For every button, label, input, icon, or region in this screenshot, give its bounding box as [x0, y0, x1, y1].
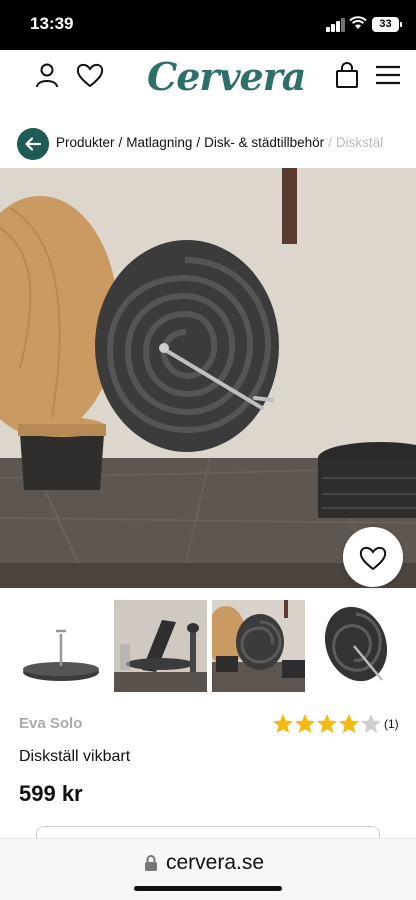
product-rating[interactable]: (1) — [272, 712, 399, 736]
thumbnail-photo — [212, 600, 305, 692]
product-price: 599 kr — [19, 781, 83, 806]
thumbnail-gallery — [0, 600, 416, 694]
status-bar: 13:39 33 — [0, 0, 416, 50]
url-text: cervera.se — [166, 851, 265, 874]
thumbnail-image[interactable] — [212, 600, 305, 692]
lock-icon — [145, 855, 157, 871]
star-icon — [295, 714, 315, 733]
breadcrumb: Produkter / Matlagning / Disk- & städtillbeh… — [0, 126, 416, 162]
breadcrumb-current: Diskstäl — [335, 135, 384, 150]
signal-icon — [326, 18, 346, 32]
breadcrumb-link[interactable]: Produkter — [56, 135, 115, 150]
star-icon — [273, 714, 293, 733]
thumbnail-photo — [114, 600, 207, 692]
user-icon[interactable] — [32, 60, 62, 90]
breadcrumb-link[interactable]: Disk- & städtillbehör — [204, 135, 324, 150]
rating-count: (1) — [384, 717, 399, 731]
thumbnail-image[interactable] — [114, 600, 207, 692]
product-photo — [0, 168, 416, 588]
thumbnail-photo — [18, 600, 104, 692]
back-button[interactable] — [17, 128, 49, 160]
battery-icon: 33 — [372, 17, 402, 32]
star-empty-icon — [361, 714, 380, 733]
product-brand[interactable]: Eva Solo — [19, 715, 82, 732]
thumbnail-image[interactable] — [312, 600, 416, 692]
star-icon — [317, 714, 337, 733]
star-icon — [339, 714, 359, 733]
home-indicator[interactable] — [134, 886, 282, 891]
thumbnail-image[interactable] — [18, 600, 104, 692]
breadcrumb-trail: Produkter / Matlagning / Disk- & städtillbeh… — [56, 135, 384, 150]
wifi-icon — [349, 16, 367, 29]
favorite-button[interactable] — [343, 527, 403, 587]
rating-stars — [273, 714, 380, 733]
bag-icon[interactable] — [332, 60, 362, 90]
product-title: Diskställ vikbart — [19, 748, 131, 765]
cervera-logo[interactable]: Cervera — [147, 54, 306, 99]
status-time: 13:39 — [30, 14, 74, 33]
breadcrumb-link[interactable]: Matlagning — [126, 135, 192, 150]
site-header: Cervera — [0, 50, 416, 110]
menu-icon[interactable] — [373, 60, 403, 90]
thumbnail-photo — [312, 600, 416, 692]
product-hero-image[interactable] — [0, 168, 416, 588]
heart-icon[interactable] — [75, 60, 105, 90]
